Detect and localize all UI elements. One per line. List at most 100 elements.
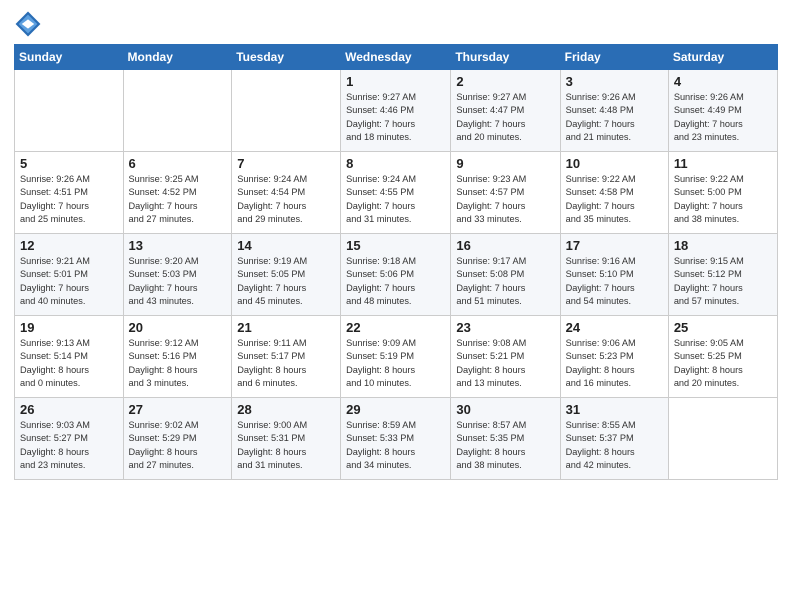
day-info: Sunrise: 9:12 AM Sunset: 5:16 PM Dayligh… — [129, 337, 227, 390]
calendar-day-12: 12Sunrise: 9:21 AM Sunset: 5:01 PM Dayli… — [15, 234, 124, 316]
day-number: 17 — [566, 238, 663, 253]
calendar-day-13: 13 Sunrise: 9:20 AM Sunset: 5:03 PM Dayli… — [123, 234, 232, 316]
day-info: Sunrise: 9:20 AM Sunset: 5:03 PM Dayligh… — [129, 255, 227, 308]
day-info: Sunrise: 9:24 AM Sunset: 4:54 PM Dayligh… — [237, 173, 335, 226]
day-number: 28 — [237, 402, 335, 417]
day-number: 7 — [237, 156, 335, 171]
weekday-header-wednesday: Wednesday — [341, 45, 451, 70]
weekday-header-row: SundayMondayTuesdayWednesdayThursdayFrid… — [15, 45, 778, 70]
empty-cell — [123, 70, 232, 152]
day-number: 10 — [566, 156, 663, 171]
calendar-day-10: 10Sunrise: 9:22 AM Sunset: 4:58 PM Dayli… — [560, 152, 668, 234]
calendar-day-16: 16Sunrise: 9:17 AM Sunset: 5:08 PM Dayli… — [451, 234, 560, 316]
calendar-week-1: 1 Sunrise: 9:27 AM Sunset: 4:46 PM Daylig… — [15, 70, 778, 152]
calendar-day-30: 30 Sunrise: 8:57 AM Sunset: 5:35 PM Dayli… — [451, 398, 560, 480]
day-info: Sunrise: 9:21 AM Sunset: 5:01 PM Dayligh… — [20, 255, 118, 308]
day-number: 14 — [237, 238, 335, 253]
calendar-day-1: 1 Sunrise: 9:27 AM Sunset: 4:46 PM Daylig… — [341, 70, 451, 152]
day-number: 4 — [674, 74, 772, 89]
day-number: 27 — [129, 402, 227, 417]
day-number: 16 — [456, 238, 554, 253]
day-info: Sunrise: 9:16 AM Sunset: 5:10 PM Dayligh… — [566, 255, 663, 308]
calendar-day-11: 11Sunrise: 9:22 AM Sunset: 5:00 PM Dayli… — [668, 152, 777, 234]
day-info: Sunrise: 9:26 AM Sunset: 4:51 PM Dayligh… — [20, 173, 118, 226]
calendar-day-29: 29 Sunrise: 8:59 AM Sunset: 5:33 PM Dayli… — [341, 398, 451, 480]
calendar-day-17: 17 Sunrise: 9:16 AM Sunset: 5:10 PM Dayli… — [560, 234, 668, 316]
calendar-day-14: 14 Sunrise: 9:19 AM Sunset: 5:05 PM Dayli… — [232, 234, 341, 316]
calendar-week-5: 26 Sunrise: 9:03 AM Sunset: 5:27 PM Dayli… — [15, 398, 778, 480]
weekday-header-tuesday: Tuesday — [232, 45, 341, 70]
logo-icon — [14, 10, 42, 38]
day-number: 29 — [346, 402, 445, 417]
empty-cell — [232, 70, 341, 152]
day-number: 30 — [456, 402, 554, 417]
day-info: Sunrise: 8:59 AM Sunset: 5:33 PM Dayligh… — [346, 419, 445, 472]
day-number: 25 — [674, 320, 772, 335]
weekday-header-saturday: Saturday — [668, 45, 777, 70]
day-info: Sunrise: 9:19 AM Sunset: 5:05 PM Dayligh… — [237, 255, 335, 308]
calendar-day-15: 15 Sunrise: 9:18 AM Sunset: 5:06 PM Dayli… — [341, 234, 451, 316]
calendar-day-7: 7 Sunrise: 9:24 AM Sunset: 4:54 PM Daylig… — [232, 152, 341, 234]
calendar-day-23: 23 Sunrise: 9:08 AM Sunset: 5:21 PM Dayli… — [451, 316, 560, 398]
empty-cell — [668, 398, 777, 480]
day-number: 9 — [456, 156, 554, 171]
calendar-day-19: 19 Sunrise: 9:13 AM Sunset: 5:14 PM Dayli… — [15, 316, 124, 398]
day-info: Sunrise: 9:26 AM Sunset: 4:49 PM Dayligh… — [674, 91, 772, 144]
day-info: Sunrise: 9:26 AM Sunset: 4:48 PM Dayligh… — [566, 91, 663, 144]
day-info: Sunrise: 9:06 AM Sunset: 5:23 PM Dayligh… — [566, 337, 663, 390]
calendar-body: 1 Sunrise: 9:27 AM Sunset: 4:46 PM Daylig… — [15, 70, 778, 480]
calendar: SundayMondayTuesdayWednesdayThursdayFrid… — [14, 44, 778, 480]
day-info: Sunrise: 9:27 AM Sunset: 4:47 PM Dayligh… — [456, 91, 554, 144]
calendar-day-27: 27Sunrise: 9:02 AM Sunset: 5:29 PM Dayli… — [123, 398, 232, 480]
day-info: Sunrise: 9:18 AM Sunset: 5:06 PM Dayligh… — [346, 255, 445, 308]
day-number: 26 — [20, 402, 118, 417]
calendar-day-4: 4 Sunrise: 9:26 AM Sunset: 4:49 PM Daylig… — [668, 70, 777, 152]
calendar-day-26: 26 Sunrise: 9:03 AM Sunset: 5:27 PM Dayli… — [15, 398, 124, 480]
day-info: Sunrise: 9:27 AM Sunset: 4:46 PM Dayligh… — [346, 91, 445, 144]
calendar-week-4: 19 Sunrise: 9:13 AM Sunset: 5:14 PM Dayli… — [15, 316, 778, 398]
calendar-day-28: 28 Sunrise: 9:00 AM Sunset: 5:31 PM Dayli… — [232, 398, 341, 480]
calendar-day-2: 2 Sunrise: 9:27 AM Sunset: 4:47 PM Daylig… — [451, 70, 560, 152]
calendar-day-20: 20Sunrise: 9:12 AM Sunset: 5:16 PM Dayli… — [123, 316, 232, 398]
calendar-day-24: 24Sunrise: 9:06 AM Sunset: 5:23 PM Dayli… — [560, 316, 668, 398]
empty-cell — [15, 70, 124, 152]
calendar-day-3: 3Sunrise: 9:26 AM Sunset: 4:48 PM Daylig… — [560, 70, 668, 152]
day-number: 21 — [237, 320, 335, 335]
day-info: Sunrise: 9:08 AM Sunset: 5:21 PM Dayligh… — [456, 337, 554, 390]
calendar-day-31: 31 Sunrise: 8:55 AM Sunset: 5:37 PM Dayli… — [560, 398, 668, 480]
day-info: Sunrise: 9:23 AM Sunset: 4:57 PM Dayligh… — [456, 173, 554, 226]
day-number: 2 — [456, 74, 554, 89]
calendar-day-9: 9 Sunrise: 9:23 AM Sunset: 4:57 PM Daylig… — [451, 152, 560, 234]
day-number: 22 — [346, 320, 445, 335]
calendar-day-6: 6Sunrise: 9:25 AM Sunset: 4:52 PM Daylig… — [123, 152, 232, 234]
day-number: 31 — [566, 402, 663, 417]
day-info: Sunrise: 9:24 AM Sunset: 4:55 PM Dayligh… — [346, 173, 445, 226]
day-info: Sunrise: 9:09 AM Sunset: 5:19 PM Dayligh… — [346, 337, 445, 390]
day-number: 15 — [346, 238, 445, 253]
day-info: Sunrise: 9:25 AM Sunset: 4:52 PM Dayligh… — [129, 173, 227, 226]
weekday-header-sunday: Sunday — [15, 45, 124, 70]
calendar-day-22: 22 Sunrise: 9:09 AM Sunset: 5:19 PM Dayli… — [341, 316, 451, 398]
calendar-day-25: 25 Sunrise: 9:05 AM Sunset: 5:25 PM Dayli… — [668, 316, 777, 398]
day-info: Sunrise: 9:05 AM Sunset: 5:25 PM Dayligh… — [674, 337, 772, 390]
calendar-week-2: 5Sunrise: 9:26 AM Sunset: 4:51 PM Daylig… — [15, 152, 778, 234]
day-number: 13 — [129, 238, 227, 253]
calendar-day-21: 21Sunrise: 9:11 AM Sunset: 5:17 PM Dayli… — [232, 316, 341, 398]
calendar-day-18: 18Sunrise: 9:15 AM Sunset: 5:12 PM Dayli… — [668, 234, 777, 316]
day-info: Sunrise: 8:55 AM Sunset: 5:37 PM Dayligh… — [566, 419, 663, 472]
calendar-day-5: 5Sunrise: 9:26 AM Sunset: 4:51 PM Daylig… — [15, 152, 124, 234]
day-info: Sunrise: 9:00 AM Sunset: 5:31 PM Dayligh… — [237, 419, 335, 472]
day-number: 23 — [456, 320, 554, 335]
day-number: 19 — [20, 320, 118, 335]
calendar-day-8: 8 Sunrise: 9:24 AM Sunset: 4:55 PM Daylig… — [341, 152, 451, 234]
calendar-week-3: 12Sunrise: 9:21 AM Sunset: 5:01 PM Dayli… — [15, 234, 778, 316]
day-info: Sunrise: 9:22 AM Sunset: 5:00 PM Dayligh… — [674, 173, 772, 226]
day-number: 1 — [346, 74, 445, 89]
day-number: 18 — [674, 238, 772, 253]
day-info: Sunrise: 8:57 AM Sunset: 5:35 PM Dayligh… — [456, 419, 554, 472]
day-info: Sunrise: 9:13 AM Sunset: 5:14 PM Dayligh… — [20, 337, 118, 390]
page-container: SundayMondayTuesdayWednesdayThursdayFrid… — [0, 0, 792, 612]
logo — [14, 10, 46, 38]
day-number: 8 — [346, 156, 445, 171]
day-info: Sunrise: 9:03 AM Sunset: 5:27 PM Dayligh… — [20, 419, 118, 472]
